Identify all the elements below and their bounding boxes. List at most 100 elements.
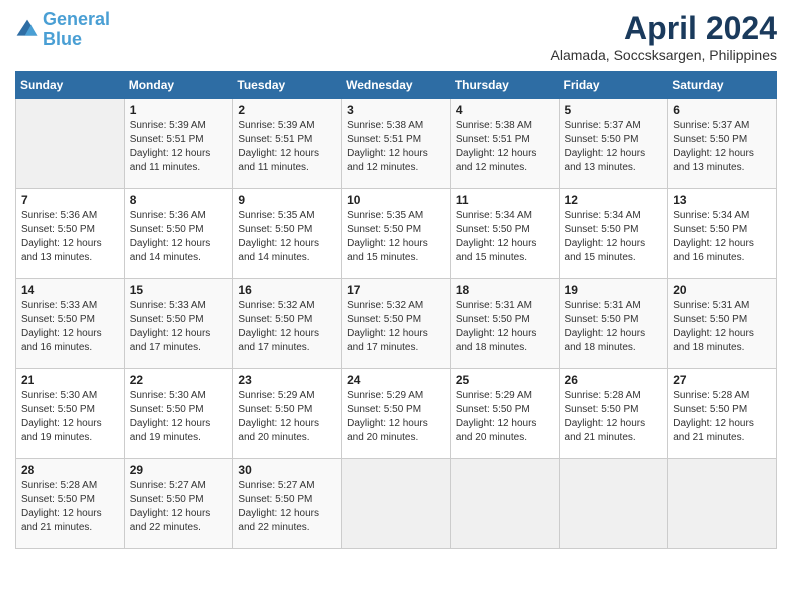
- title-area: April 2024 Alamada, Soccsksargen, Philip…: [551, 10, 777, 63]
- day-cell: [16, 99, 125, 189]
- day-info: Sunrise: 5:27 AMSunset: 5:50 PMDaylight:…: [238, 479, 336, 535]
- day-info: Sunrise: 5:28 AMSunset: 5:50 PMDaylight:…: [565, 389, 663, 445]
- day-number: 17: [347, 283, 445, 297]
- day-info: Sunrise: 5:29 AMSunset: 5:50 PMDaylight:…: [347, 389, 445, 445]
- day-info: Sunrise: 5:33 AMSunset: 5:50 PMDaylight:…: [130, 299, 228, 355]
- week-row-1: 1 Sunrise: 5:39 AMSunset: 5:51 PMDaylight…: [16, 99, 777, 189]
- day-number: 9: [238, 193, 336, 207]
- day-cell: [342, 459, 451, 549]
- day-number: 13: [673, 193, 771, 207]
- day-number: 10: [347, 193, 445, 207]
- week-row-2: 7 Sunrise: 5:36 AMSunset: 5:50 PMDaylight…: [16, 189, 777, 279]
- day-number: 2: [238, 103, 336, 117]
- day-info: Sunrise: 5:32 AMSunset: 5:50 PMDaylight:…: [238, 299, 336, 355]
- logo-icon: [15, 18, 39, 42]
- day-info: Sunrise: 5:35 AMSunset: 5:50 PMDaylight:…: [347, 209, 445, 265]
- day-cell: 20 Sunrise: 5:31 AMSunset: 5:50 PMDayligh…: [668, 279, 777, 369]
- weekday-header-thursday: Thursday: [450, 72, 559, 99]
- day-number: 7: [21, 193, 119, 207]
- day-cell: 21Sunrise: 5:30 AMSunset: 5:50 PMDayligh…: [16, 369, 125, 459]
- day-cell: 23 Sunrise: 5:29 AMSunset: 5:50 PMDayligh…: [233, 369, 342, 459]
- day-info: Sunrise: 5:31 AMSunset: 5:50 PMDaylight:…: [673, 299, 771, 355]
- weekday-header-sunday: Sunday: [16, 72, 125, 99]
- day-cell: 11Sunrise: 5:34 AMSunset: 5:50 PMDayligh…: [450, 189, 559, 279]
- day-cell: 4 Sunrise: 5:38 AMSunset: 5:51 PMDaylight…: [450, 99, 559, 189]
- day-number: 5: [565, 103, 663, 117]
- day-info: Sunrise: 5:27 AMSunset: 5:50 PMDaylight:…: [130, 479, 228, 535]
- day-cell: 2 Sunrise: 5:39 AMSunset: 5:51 PMDaylight…: [233, 99, 342, 189]
- day-cell: 30 Sunrise: 5:27 AMSunset: 5:50 PMDayligh…: [233, 459, 342, 549]
- day-number: 6: [673, 103, 771, 117]
- day-cell: 17 Sunrise: 5:32 AMSunset: 5:50 PMDayligh…: [342, 279, 451, 369]
- day-info: Sunrise: 5:39 AMSunset: 5:51 PMDaylight:…: [130, 119, 228, 175]
- day-info: Sunrise: 5:34 AMSunset: 5:50 PMDaylight:…: [565, 209, 663, 265]
- day-number: 28: [21, 463, 119, 477]
- day-cell: 3 Sunrise: 5:38 AMSunset: 5:51 PMDaylight…: [342, 99, 451, 189]
- day-cell: 18 Sunrise: 5:31 AMSunset: 5:50 PMDayligh…: [450, 279, 559, 369]
- day-number: 3: [347, 103, 445, 117]
- day-info: Sunrise: 5:34 AMSunset: 5:50 PMDaylight:…: [673, 209, 771, 265]
- day-number: 19: [565, 283, 663, 297]
- day-cell: 1 Sunrise: 5:39 AMSunset: 5:51 PMDaylight…: [124, 99, 233, 189]
- weekday-header-friday: Friday: [559, 72, 668, 99]
- day-number: 23: [238, 373, 336, 387]
- day-cell: 28 Sunrise: 5:28 AMSunset: 5:50 PMDayligh…: [16, 459, 125, 549]
- day-cell: 29 Sunrise: 5:27 AMSunset: 5:50 PMDayligh…: [124, 459, 233, 549]
- logo-text: General Blue: [43, 10, 110, 50]
- day-number: 1: [130, 103, 228, 117]
- day-number: 20: [673, 283, 771, 297]
- day-cell: 24 Sunrise: 5:29 AMSunset: 5:50 PMDayligh…: [342, 369, 451, 459]
- week-row-5: 28 Sunrise: 5:28 AMSunset: 5:50 PMDayligh…: [16, 459, 777, 549]
- day-info: Sunrise: 5:28 AMSunset: 5:50 PMDaylight:…: [21, 479, 119, 535]
- day-number: 29: [130, 463, 228, 477]
- day-cell: 19 Sunrise: 5:31 AMSunset: 5:50 PMDayligh…: [559, 279, 668, 369]
- day-number: 8: [130, 193, 228, 207]
- day-cell: 5 Sunrise: 5:37 AMSunset: 5:50 PMDaylight…: [559, 99, 668, 189]
- day-cell: 6Sunrise: 5:37 AMSunset: 5:50 PMDaylight…: [668, 99, 777, 189]
- weekday-header-monday: Monday: [124, 72, 233, 99]
- day-number: 24: [347, 373, 445, 387]
- day-info: Sunrise: 5:34 AMSunset: 5:50 PMDaylight:…: [456, 209, 554, 265]
- day-cell: 16Sunrise: 5:32 AMSunset: 5:50 PMDayligh…: [233, 279, 342, 369]
- week-row-3: 14 Sunrise: 5:33 AMSunset: 5:50 PMDayligh…: [16, 279, 777, 369]
- weekday-header-tuesday: Tuesday: [233, 72, 342, 99]
- calendar-table: SundayMondayTuesdayWednesdayThursdayFrid…: [15, 71, 777, 549]
- day-cell: 8 Sunrise: 5:36 AMSunset: 5:50 PMDaylight…: [124, 189, 233, 279]
- day-cell: 14Sunrise: 5:33 AMSunset: 5:50 PMDayligh…: [16, 279, 125, 369]
- day-info: Sunrise: 5:38 AMSunset: 5:51 PMDaylight:…: [456, 119, 554, 175]
- day-cell: 10 Sunrise: 5:35 AMSunset: 5:50 PMDayligh…: [342, 189, 451, 279]
- day-number: 27: [673, 373, 771, 387]
- day-number: 26: [565, 373, 663, 387]
- day-number: 30: [238, 463, 336, 477]
- day-cell: 25Sunrise: 5:29 AMSunset: 5:50 PMDayligh…: [450, 369, 559, 459]
- day-cell: [450, 459, 559, 549]
- day-info: Sunrise: 5:32 AMSunset: 5:50 PMDaylight:…: [347, 299, 445, 355]
- day-info: Sunrise: 5:29 AMSunset: 5:50 PMDaylight:…: [456, 389, 554, 445]
- weekday-header-wednesday: Wednesday: [342, 72, 451, 99]
- day-cell: [668, 459, 777, 549]
- location-title: Alamada, Soccsksargen, Philippines: [551, 47, 777, 63]
- day-number: 18: [456, 283, 554, 297]
- weekday-header-row: SundayMondayTuesdayWednesdayThursdayFrid…: [16, 72, 777, 99]
- day-info: Sunrise: 5:39 AMSunset: 5:51 PMDaylight:…: [238, 119, 336, 175]
- day-cell: 22Sunrise: 5:30 AMSunset: 5:50 PMDayligh…: [124, 369, 233, 459]
- day-info: Sunrise: 5:37 AMSunset: 5:50 PMDaylight:…: [565, 119, 663, 175]
- day-info: Sunrise: 5:31 AMSunset: 5:50 PMDaylight:…: [456, 299, 554, 355]
- day-number: 15: [130, 283, 228, 297]
- day-info: Sunrise: 5:36 AMSunset: 5:50 PMDaylight:…: [130, 209, 228, 265]
- day-info: Sunrise: 5:38 AMSunset: 5:51 PMDaylight:…: [347, 119, 445, 175]
- day-cell: 9 Sunrise: 5:35 AMSunset: 5:50 PMDaylight…: [233, 189, 342, 279]
- day-number: 4: [456, 103, 554, 117]
- day-cell: 13 Sunrise: 5:34 AMSunset: 5:50 PMDayligh…: [668, 189, 777, 279]
- day-cell: 12Sunrise: 5:34 AMSunset: 5:50 PMDayligh…: [559, 189, 668, 279]
- day-info: Sunrise: 5:30 AMSunset: 5:50 PMDaylight:…: [130, 389, 228, 445]
- day-cell: 27 Sunrise: 5:28 AMSunset: 5:50 PMDayligh…: [668, 369, 777, 459]
- week-row-4: 21Sunrise: 5:30 AMSunset: 5:50 PMDayligh…: [16, 369, 777, 459]
- day-info: Sunrise: 5:29 AMSunset: 5:50 PMDaylight:…: [238, 389, 336, 445]
- day-info: Sunrise: 5:31 AMSunset: 5:50 PMDaylight:…: [565, 299, 663, 355]
- day-info: Sunrise: 5:35 AMSunset: 5:50 PMDaylight:…: [238, 209, 336, 265]
- day-cell: 26 Sunrise: 5:28 AMSunset: 5:50 PMDayligh…: [559, 369, 668, 459]
- day-info: Sunrise: 5:28 AMSunset: 5:50 PMDaylight:…: [673, 389, 771, 445]
- day-number: 14: [21, 283, 119, 297]
- weekday-header-saturday: Saturday: [668, 72, 777, 99]
